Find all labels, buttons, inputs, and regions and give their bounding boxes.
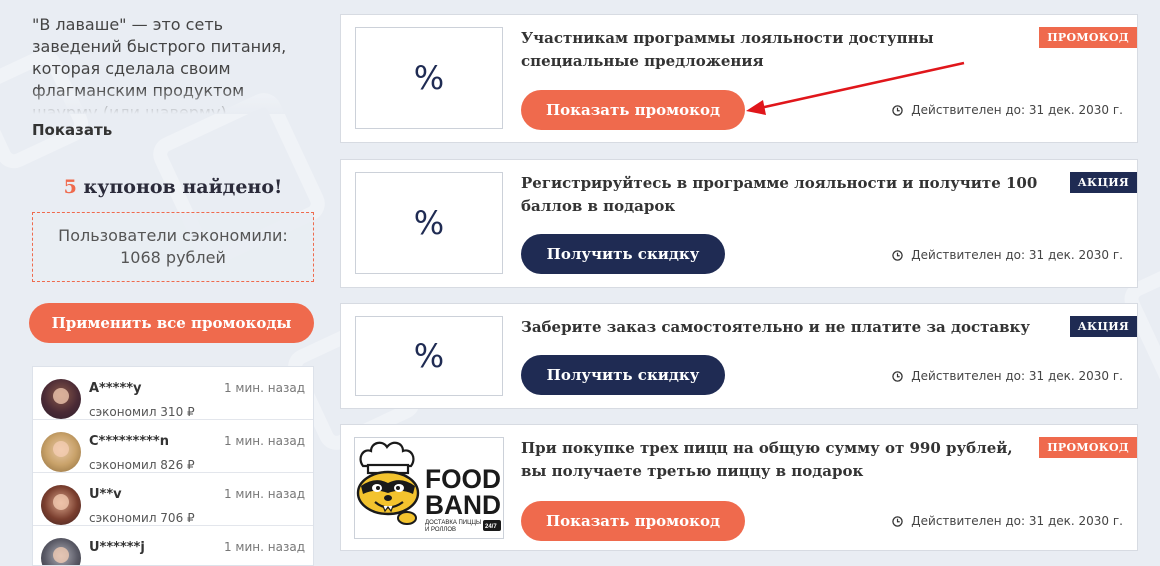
clock-icon xyxy=(892,249,904,261)
list-item: C*********n 1 мин. назад сэкономил 826 ₽ xyxy=(33,420,313,473)
avatar xyxy=(41,485,81,525)
coupon-expiry: Действителен до: 31 дек. 2030 г. xyxy=(892,103,1123,117)
coupon-thumbnail: FOOD BAND ДОСТАВКА ПИЦЦЫ И РОЛЛОВ 24/7 xyxy=(354,437,504,539)
coupon-card: % Участникам программы лояльности доступ… xyxy=(340,14,1138,143)
coupon-thumbnail: % xyxy=(355,172,503,274)
food-band-logo: FOOD BAND ДОСТАВКА ПИЦЦЫ И РОЛЛОВ 24/7 xyxy=(356,441,501,533)
expiry-text: Действителен до: 31 дек. 2030 г. xyxy=(911,369,1123,383)
percent-icon: % xyxy=(413,337,445,375)
coupon-title: Заберите заказ самостоятельно и не плати… xyxy=(521,318,1030,336)
user-time: 1 мин. назад xyxy=(223,381,305,395)
coupons-found-label: купонов найдено! xyxy=(83,176,283,198)
coupon-title: При покупке трех пицц на общую сумму от … xyxy=(521,439,1013,480)
clock-icon xyxy=(892,370,904,382)
show-promocode-button[interactable]: Показать промокод xyxy=(521,90,745,130)
logo-text-band: BAND xyxy=(425,490,501,520)
user-saved: сэкономил 310 ₽ xyxy=(89,405,195,419)
coupon-card: % Заберите заказ самостоятельно и не пла… xyxy=(340,303,1138,409)
coupon-thumbnail: % xyxy=(355,316,503,396)
coupon-title: Регистрируйтесь в программе лояльности и… xyxy=(521,174,1038,215)
user-name: C*********n xyxy=(89,434,169,449)
coupon-expiry: Действителен до: 31 дек. 2030 г. xyxy=(892,514,1123,528)
coupon-card: % Регистрируйтесь в программе лояльности… xyxy=(340,159,1138,288)
user-name: U******j xyxy=(89,540,145,555)
clock-icon xyxy=(892,515,904,527)
list-item: U******j 1 мин. назад xyxy=(33,526,313,565)
show-promocode-button[interactable]: Показать промокод xyxy=(521,501,745,541)
expiry-text: Действителен до: 31 дек. 2030 г. xyxy=(911,248,1123,262)
savings-summary: Пользователи сэкономили: 1068 рублей xyxy=(32,212,314,282)
percent-icon: % xyxy=(413,59,445,97)
recent-users-list: A*****y 1 мин. назад сэкономил 310 ₽ C**… xyxy=(32,366,314,566)
coupon-type-badge: ПРОМОКОД xyxy=(1039,437,1137,458)
coupon-thumbnail: % xyxy=(355,27,503,129)
logo-subtitle-2: И РОЛЛОВ xyxy=(425,527,456,533)
coupon-card: FOOD BAND ДОСТАВКА ПИЦЦЫ И РОЛЛОВ 24/7 П… xyxy=(340,424,1138,551)
coupon-title: Участникам программы лояльности доступны… xyxy=(521,29,934,70)
coupon-expiry: Действителен до: 31 дек. 2030 г. xyxy=(892,248,1123,262)
coupons-found-heading: 5 купонов найдено! xyxy=(28,176,318,198)
user-saved: сэкономил 826 ₽ xyxy=(89,458,195,472)
user-time: 1 мин. назад xyxy=(223,434,305,448)
get-discount-button[interactable]: Получить скидку xyxy=(521,355,725,395)
coupon-type-badge: АКЦИЯ xyxy=(1069,172,1137,193)
expiry-text: Действителен до: 31 дек. 2030 г. xyxy=(911,103,1123,117)
user-saved: сэкономил 706 ₽ xyxy=(89,511,195,525)
list-item: A*****y 1 мин. назад сэкономил 310 ₽ xyxy=(33,367,313,420)
description-fade xyxy=(32,88,314,114)
avatar xyxy=(41,379,81,419)
apply-all-promocodes-button[interactable]: Применить все промокоды xyxy=(29,303,314,343)
coupons-found-count: 5 xyxy=(63,176,77,198)
coupon-expiry: Действителен до: 31 дек. 2030 г. xyxy=(892,369,1123,383)
logo-24-7: 24/7 xyxy=(485,524,497,530)
user-time: 1 мин. назад xyxy=(223,487,305,501)
user-time: 1 мин. назад xyxy=(223,540,305,554)
percent-icon: % xyxy=(413,204,445,242)
show-more-link[interactable]: Показать xyxy=(32,121,112,139)
expiry-text: Действителен до: 31 дек. 2030 г. xyxy=(911,514,1123,528)
clock-icon xyxy=(892,104,904,116)
list-item: U**v 1 мин. назад сэкономил 706 ₽ xyxy=(33,473,313,526)
avatar xyxy=(41,538,81,565)
get-discount-button[interactable]: Получить скидку xyxy=(521,234,725,274)
logo-subtitle-1: ДОСТАВКА ПИЦЦЫ xyxy=(425,520,481,526)
coupon-type-badge: АКЦИЯ xyxy=(1069,316,1137,337)
user-name: A*****y xyxy=(89,381,142,396)
coupon-type-badge: ПРОМОКОД xyxy=(1039,27,1137,48)
user-name: U**v xyxy=(89,487,122,502)
avatar xyxy=(41,432,81,472)
sidebar: "В лаваше" — это сеть заведений быстрого… xyxy=(28,0,318,566)
